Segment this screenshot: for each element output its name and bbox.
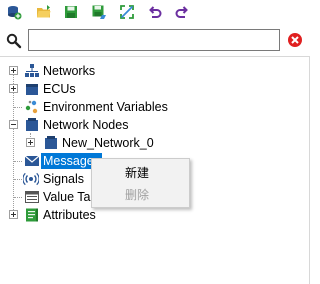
tree-item-label: Signals <box>43 172 84 186</box>
clear-search-icon[interactable] <box>287 32 303 48</box>
tree-item-network-nodes[interactable]: Network Nodes <box>0 116 310 134</box>
expand-ecus-toggle[interactable] <box>9 84 18 93</box>
signal-icon <box>23 172 39 186</box>
tree-item-label: Attributes <box>43 208 96 222</box>
redo-icon[interactable] <box>172 2 192 22</box>
attributes-icon <box>26 208 38 222</box>
expand-new-network-0-toggle[interactable] <box>26 138 35 147</box>
network-node-icon <box>26 118 38 131</box>
tree-item-label: Network Nodes <box>43 118 129 132</box>
toolbar <box>0 0 318 24</box>
tree-item-label: Environment Variables <box>43 100 168 114</box>
tree-item-new-network-0[interactable]: New_Network_0 <box>0 134 310 152</box>
expand-networks-toggle[interactable] <box>9 66 18 75</box>
open-folder-icon[interactable] <box>34 2 54 22</box>
menu-item-new[interactable]: 新建 <box>92 162 189 184</box>
add-database-icon[interactable] <box>4 2 24 22</box>
search-bar <box>0 28 318 54</box>
value-table-icon <box>25 191 39 203</box>
expand-icon[interactable] <box>117 2 137 22</box>
search-input[interactable] <box>28 29 280 51</box>
tree-item-label: Value Tal <box>43 190 94 204</box>
ecu-icon <box>26 84 38 95</box>
message-icon <box>24 155 40 166</box>
collapse-network-nodes-toggle[interactable] <box>9 120 18 129</box>
tree-item-environment-variables[interactable]: Environment Variables <box>0 98 310 116</box>
network-node-icon <box>45 136 57 149</box>
expand-attributes-toggle[interactable] <box>9 210 18 219</box>
env-variables-icon <box>25 100 38 114</box>
save-icon[interactable] <box>61 2 81 22</box>
tree-item-attributes[interactable]: Attributes <box>0 206 310 224</box>
tree-item-ecus[interactable]: ECUs <box>0 80 310 98</box>
tree-item-networks[interactable]: Networks <box>0 62 310 80</box>
tree-item-label: New_Network_0 <box>62 136 154 150</box>
tree-item-label: ECUs <box>43 82 76 96</box>
tree-item-label: Networks <box>43 64 96 78</box>
undo-icon[interactable] <box>145 2 165 22</box>
search-icon <box>6 33 22 49</box>
network-icon <box>25 64 39 77</box>
context-menu: 新建 删除 <box>91 158 190 208</box>
menu-item-delete[interactable]: 删除 <box>92 184 189 206</box>
save-as-icon[interactable] <box>89 2 109 22</box>
